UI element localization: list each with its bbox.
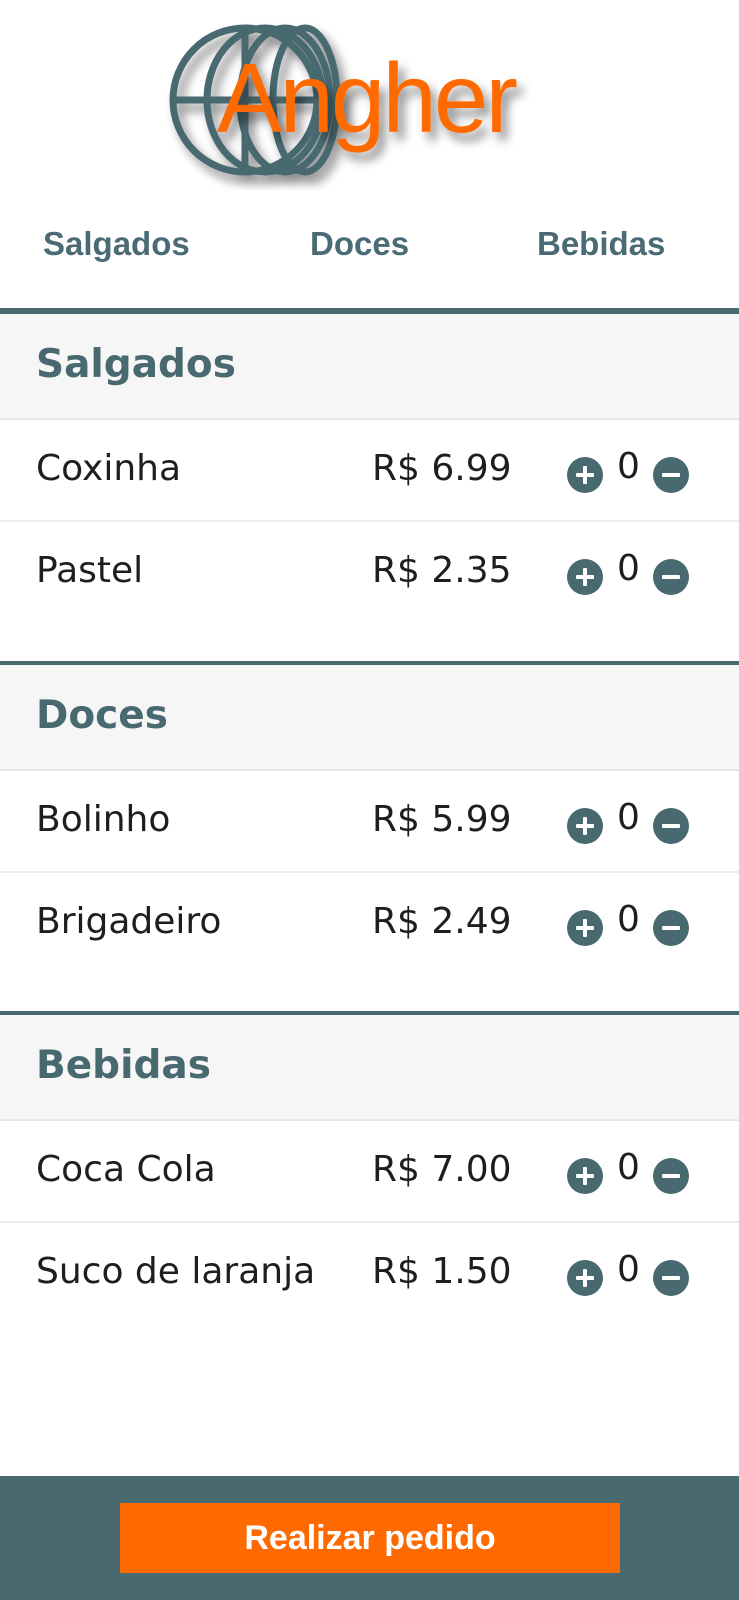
- plus-icon[interactable]: [567, 808, 603, 844]
- minus-icon[interactable]: [653, 808, 689, 844]
- section-title: Doces: [36, 693, 168, 738]
- tab-doces[interactable]: Doces: [310, 225, 409, 275]
- item-name: Brigadeiro: [36, 901, 222, 942]
- list-item: Bolinho R$ 5.99 0: [0, 771, 739, 873]
- item-price: R$ 7.00: [372, 1149, 512, 1190]
- minus-icon[interactable]: [653, 910, 689, 946]
- header-logo-area: Angher: [0, 0, 739, 205]
- quantity-value: 0: [617, 1147, 640, 1188]
- item-name: Suco de laranja: [36, 1251, 316, 1292]
- logo-text: Angher: [217, 43, 517, 153]
- minus-icon[interactable]: [653, 559, 689, 595]
- plus-icon[interactable]: [567, 457, 603, 493]
- tab-bebidas[interactable]: Bebidas: [537, 225, 665, 275]
- angher-logo: Angher: [169, 24, 520, 176]
- list-item: Suco de laranja R$ 1.50 0: [0, 1223, 739, 1325]
- plus-icon[interactable]: [567, 559, 603, 595]
- section-header-doces: Doces: [0, 665, 739, 771]
- plus-icon[interactable]: [567, 1260, 603, 1296]
- item-price: R$ 2.49: [372, 901, 512, 942]
- quantity-value: 0: [617, 548, 640, 589]
- quantity-value: 0: [617, 899, 640, 940]
- item-name: Coca Cola: [36, 1149, 216, 1190]
- quantity-value: 0: [617, 797, 640, 838]
- item-name: Pastel: [36, 550, 144, 591]
- item-name: Coxinha: [36, 448, 182, 489]
- quantity-value: 0: [617, 1249, 640, 1290]
- quantity-value: 0: [617, 446, 640, 487]
- minus-icon[interactable]: [653, 1158, 689, 1194]
- section-title: Bebidas: [36, 1043, 211, 1088]
- footer-bar: Realizar pedido: [0, 1476, 739, 1600]
- item-price: R$ 1.50: [372, 1251, 512, 1292]
- list-item: Brigadeiro R$ 2.49 0: [0, 873, 739, 975]
- minus-icon[interactable]: [653, 457, 689, 493]
- section-title: Salgados: [36, 342, 236, 387]
- list-item: Pastel R$ 2.35 0: [0, 522, 739, 624]
- item-price: R$ 2.35: [372, 550, 512, 591]
- section-header-bebidas: Bebidas: [0, 1015, 739, 1121]
- item-price: R$ 6.99: [372, 448, 512, 489]
- list-item: Coca Cola R$ 7.00 0: [0, 1121, 739, 1223]
- plus-icon[interactable]: [567, 910, 603, 946]
- item-name: Bolinho: [36, 799, 171, 840]
- section-header-salgados: Salgados: [0, 314, 739, 420]
- tab-salgados[interactable]: Salgados: [43, 225, 190, 275]
- minus-icon[interactable]: [653, 1260, 689, 1296]
- item-price: R$ 5.99: [372, 799, 512, 840]
- plus-icon[interactable]: [567, 1158, 603, 1194]
- list-item: Coxinha R$ 6.99 0: [0, 420, 739, 522]
- category-nav: Salgados Doces Bebidas: [0, 205, 739, 308]
- place-order-button[interactable]: Realizar pedido: [120, 1503, 620, 1573]
